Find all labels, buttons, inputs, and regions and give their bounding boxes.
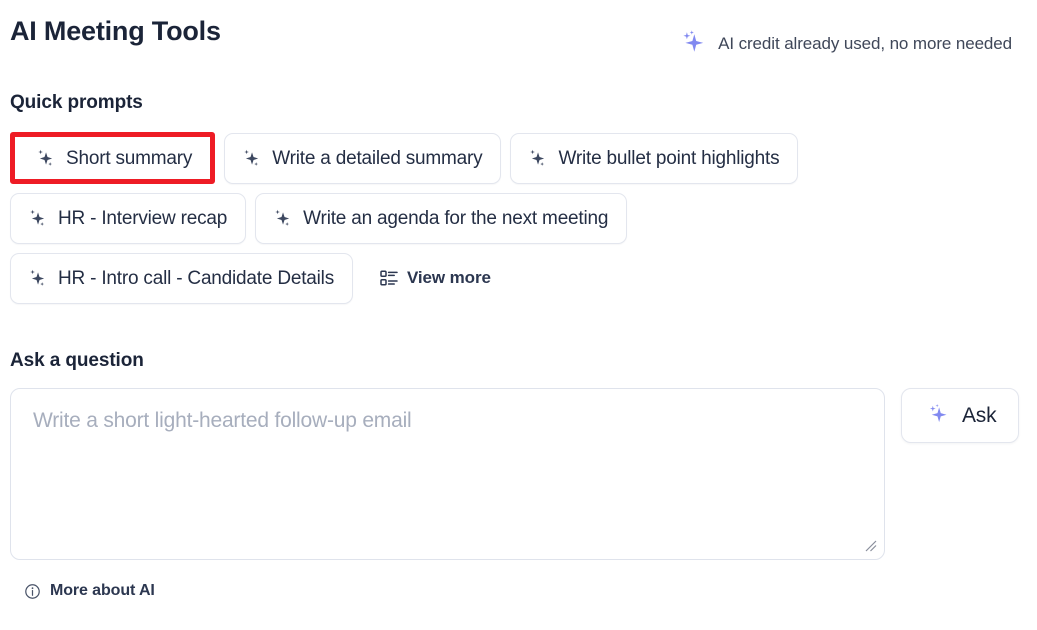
ask-button[interactable]: Ask bbox=[901, 388, 1020, 443]
sparkle-icon bbox=[241, 148, 262, 169]
sparkle-icon bbox=[35, 148, 56, 169]
quick-prompt-label: Write a detailed summary bbox=[272, 147, 483, 169]
ask-button-label: Ask bbox=[962, 403, 997, 427]
sparkle-icon bbox=[27, 268, 48, 289]
quick-prompt-write-an-agenda-for-the-next-meeting[interactable]: Write an agenda for the next meeting bbox=[255, 192, 628, 244]
page-title: AI Meeting Tools bbox=[10, 16, 221, 46]
ai-credit-note: AI credit already used, no more needed bbox=[677, 29, 1012, 59]
quick-prompts-row: HR - Intro call - Candidate Details View… bbox=[10, 252, 1020, 304]
quick-prompt-write-a-detailed-summary[interactable]: Write a detailed summary bbox=[224, 132, 502, 184]
view-more-button[interactable]: View more bbox=[380, 268, 491, 288]
header: AI Meeting Tools AI credit already used,… bbox=[0, 16, 1037, 66]
quick-prompt-short-summary[interactable]: Short summary bbox=[15, 137, 211, 179]
quick-prompt-write-bullet-point-highlights[interactable]: Write bullet point highlights bbox=[510, 132, 799, 184]
quick-prompt-label: Write bullet point highlights bbox=[558, 147, 780, 169]
view-more-label: View more bbox=[407, 268, 491, 287]
sparkle-icon bbox=[924, 402, 951, 429]
quick-prompt-label: HR - Intro call - Candidate Details bbox=[58, 267, 334, 289]
info-circle-icon bbox=[24, 583, 41, 600]
quick-prompt-hr-intro-call-candidate-details[interactable]: HR - Intro call - Candidate Details bbox=[10, 252, 353, 304]
sparkle-icon bbox=[677, 29, 707, 59]
quick-prompt-label: Short summary bbox=[66, 147, 193, 169]
ai-credit-text: AI credit already used, no more needed bbox=[718, 34, 1012, 53]
quick-prompts-row: HR - Interview recap Write an agenda for… bbox=[10, 192, 1020, 244]
quick-prompt-label: Write an agenda for the next meeting bbox=[303, 207, 609, 229]
ask-input-wrapper bbox=[10, 388, 885, 560]
sparkle-icon bbox=[27, 208, 48, 229]
quick-prompts-list: Short summary Write a detailed summary W… bbox=[10, 132, 1020, 312]
more-about-ai-link[interactable]: More about AI bbox=[24, 582, 155, 600]
quick-prompt-label: HR - Interview recap bbox=[58, 207, 228, 229]
ai-meeting-tools-panel: AI Meeting Tools AI credit already used,… bbox=[0, 0, 1037, 630]
sparkle-icon bbox=[527, 148, 548, 169]
list-view-icon bbox=[380, 269, 398, 287]
ask-question-heading: Ask a question bbox=[10, 350, 144, 371]
more-about-ai-label: More about AI bbox=[50, 582, 155, 599]
ask-question-area: Ask bbox=[10, 388, 1022, 560]
quick-prompts-row: Short summary Write a detailed summary W… bbox=[10, 132, 1020, 184]
quick-prompts-heading: Quick prompts bbox=[10, 92, 143, 113]
highlight-annotation-box: Short summary bbox=[10, 132, 216, 184]
ask-question-input[interactable] bbox=[10, 388, 885, 560]
sparkle-icon bbox=[272, 208, 293, 229]
quick-prompt-hr-interview-recap[interactable]: HR - Interview recap bbox=[10, 192, 247, 244]
